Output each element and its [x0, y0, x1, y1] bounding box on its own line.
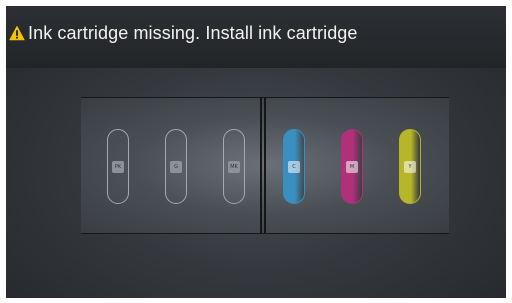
bay-divider-left: [260, 97, 262, 233]
printer-display: Ink cartridge missing. Install ink cartr…: [6, 6, 506, 298]
cartridge-label-g: G: [170, 160, 182, 173]
cartridge-label-c: C: [288, 160, 300, 173]
bay-bottom-line: [81, 233, 449, 234]
warning-icon: [9, 25, 25, 41]
cartridge-slot-y[interactable]: Y: [399, 129, 421, 204]
cartridge-slot-pk[interactable]: PK: [107, 129, 129, 204]
cartridge-label-m: M: [346, 160, 358, 173]
cartridge-slot-m[interactable]: M: [341, 129, 363, 204]
cartridge-slot-g[interactable]: G: [165, 129, 187, 204]
cartridge-label-mk: MK: [228, 160, 240, 173]
cartridge-label-pk: PK: [112, 160, 124, 173]
cartridge-slot-mk[interactable]: MK: [223, 129, 245, 204]
alert-message: Ink cartridge missing. Install ink cartr…: [28, 22, 358, 43]
bay-divider-right: [264, 97, 266, 233]
alert-header: Ink cartridge missing. Install ink cartr…: [6, 6, 506, 68]
cartridge-label-y: Y: [404, 160, 416, 173]
cartridge-slot-c[interactable]: C: [283, 129, 305, 204]
